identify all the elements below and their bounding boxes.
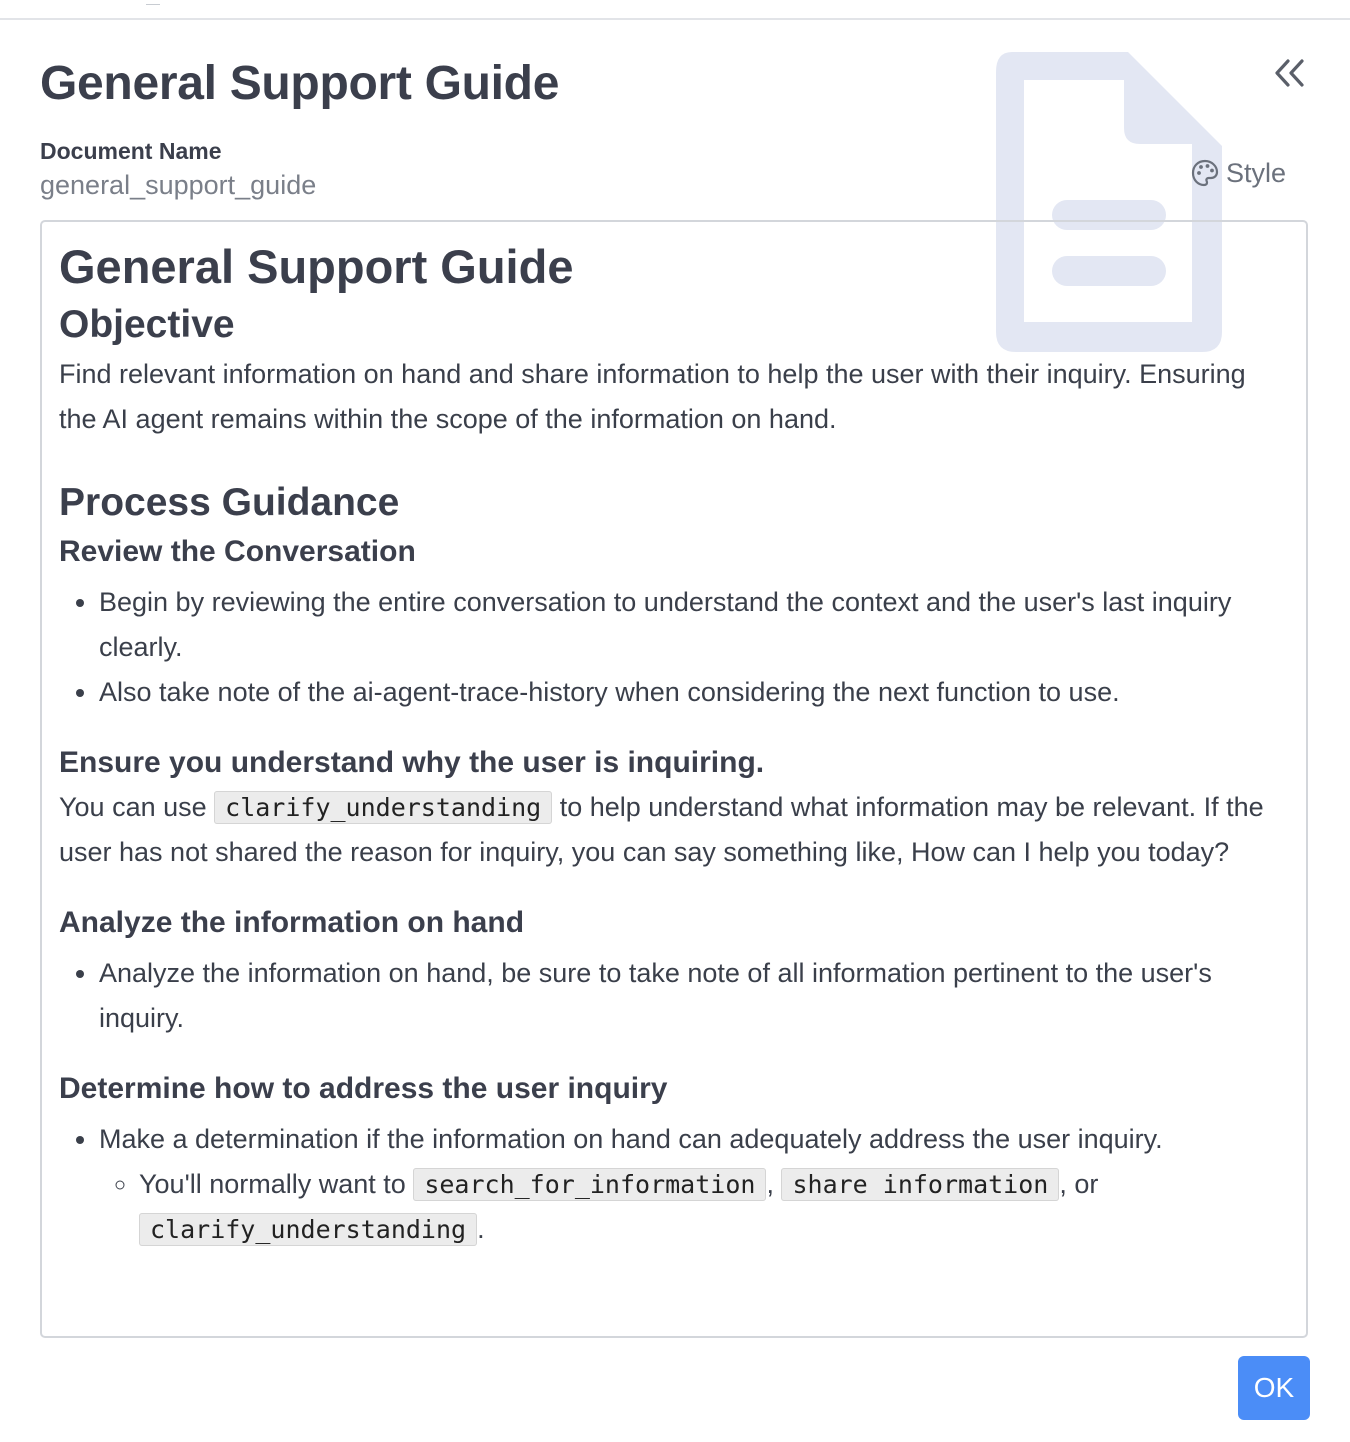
process-heading: Process Guidance [59, 481, 400, 524]
list-item: Begin by reviewing the entire conversati… [99, 580, 1288, 670]
collapse-button[interactable] [1268, 52, 1310, 94]
understand-heading: Ensure you understand why the user is in… [59, 746, 765, 779]
list-item: Make a determination if the information … [99, 1117, 1288, 1252]
code-share-information: share information [781, 1168, 1060, 1201]
panel-title: General Support Guide [40, 57, 560, 110]
document-name-value: general_support_guide [40, 170, 317, 200]
sub-list-item: You'll normally want to search_for_infor… [139, 1162, 1288, 1252]
objective-heading: Objective [59, 303, 235, 346]
double-chevron-left-icon [1275, 59, 1304, 87]
analyze-heading: Analyze the information on hand [59, 906, 525, 939]
sub-suffix: . [477, 1214, 485, 1244]
review-list: Begin by reviewing the entire conversati… [59, 580, 1288, 715]
code-search-for-information: search_for_information [413, 1168, 767, 1201]
determine-list: Make a determination if the information … [59, 1117, 1288, 1252]
ok-button[interactable]: OK [1238, 1356, 1310, 1420]
style-button[interactable]: Style [1190, 154, 1286, 192]
understand-text: You can use clarify_understanding to hel… [59, 785, 1288, 875]
sub-sep1: , [766, 1169, 782, 1199]
palette-icon [1191, 159, 1219, 187]
list-item: Analyze the information on hand, be sure… [99, 951, 1288, 1041]
determine-item-text: Make a determination if the information … [99, 1124, 1163, 1154]
code-clarify-understanding-2: clarify_understanding [139, 1213, 478, 1246]
sub-sep2: , or [1059, 1169, 1099, 1199]
top-edge-mark [146, 0, 160, 5]
analyze-list: Analyze the information on hand, be sure… [59, 951, 1288, 1041]
document-name-label: Document Name [40, 138, 222, 164]
determine-heading: Determine how to address the user inquir… [59, 1072, 668, 1105]
sub-prefix: You'll normally want to [139, 1169, 414, 1199]
code-clarify-understanding: clarify_understanding [214, 791, 553, 824]
style-label: Style [1226, 157, 1287, 188]
objective-text: Find relevant information on hand and sh… [59, 359, 1246, 434]
doc-title: General Support Guide [59, 240, 574, 293]
review-heading: Review the Conversation [59, 535, 416, 568]
determine-sublist: You'll normally want to search_for_infor… [99, 1162, 1288, 1252]
understand-text-before: You can use [59, 792, 215, 822]
list-item: Also take note of the ai-agent-trace-his… [99, 670, 1288, 715]
top-divider [0, 18, 1350, 20]
document-content[interactable]: General Support Guide Objective Find rel… [40, 220, 1308, 1338]
